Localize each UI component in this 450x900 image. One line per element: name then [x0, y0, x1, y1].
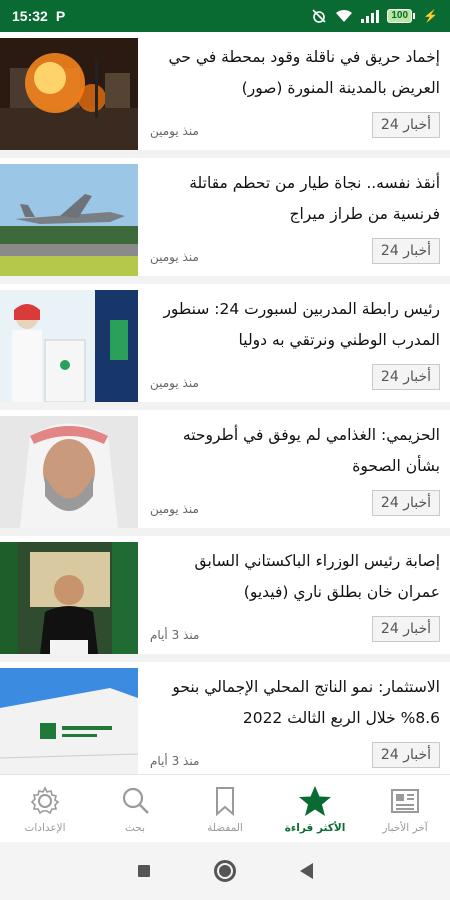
news-headline[interactable]: أنقذ نفسه.. نجاة طيار من تحطم مقاتلة فرن… [150, 168, 440, 230]
news-time: منذ يومين [150, 502, 199, 516]
fire-scene-image [0, 38, 138, 150]
status-time: 15:32 [12, 8, 48, 24]
news-card[interactable]: أنقذ نفسه.. نجاة طيار من تحطم مقاتلة فرن… [0, 158, 450, 276]
news-source-badge: أخبار 24 [371, 364, 440, 390]
search-icon [122, 787, 149, 814]
news-source-badge: أخبار 24 [371, 238, 440, 264]
status-bar: 15:32 P 100 ⚡ [0, 0, 450, 32]
parking-notification-icon: P [55, 8, 66, 24]
news-source-badge: أخبار 24 [371, 112, 440, 138]
nav-favorites[interactable]: المفضلة [180, 775, 270, 842]
news-feed[interactable]: إخماد حريق في ناقلة وقود بمحطة في حي الع… [0, 32, 450, 774]
news-headline[interactable]: الاستثمار: نمو الناتج المحلي الإجمالي بن… [150, 672, 440, 734]
nav-label: المفضلة [207, 821, 243, 834]
battery-icon: 100 [387, 9, 416, 23]
news-card[interactable]: الحزيمي: الغذامي لم يوفق في أطروحته بشأن… [0, 410, 450, 528]
nav-latest-news[interactable]: آخر الأخبار [360, 775, 450, 842]
gear-icon [30, 785, 60, 814]
nav-settings[interactable]: الإعدادات [0, 775, 90, 842]
news-source-badge: أخبار 24 [371, 616, 440, 642]
news-time: منذ 3 أيام [150, 628, 200, 642]
news-time: منذ 3 أيام [150, 754, 200, 768]
fighter-jet-image [0, 164, 138, 276]
portrait-shemagh-image [0, 416, 138, 528]
news-source-badge: أخبار 24 [371, 490, 440, 516]
nav-most-read[interactable]: الأكثر قراءة [270, 775, 360, 842]
battery-level: 100 [387, 9, 413, 23]
news-source-badge: أخبار 24 [371, 742, 440, 768]
news-time: منذ يومين [150, 376, 199, 390]
news-card[interactable]: الاستثمار: نمو الناتج المحلي الإجمالي بن… [0, 662, 450, 774]
system-navigation-bar [0, 842, 450, 900]
imran-khan-image [0, 542, 138, 654]
bottom-navigation: الإعدادات بحث المفضلة الأكثر قراءة آخر ا… [0, 774, 450, 842]
news-time: منذ يومين [150, 124, 199, 138]
conference-podium-image [0, 290, 138, 402]
home-button[interactable] [213, 860, 236, 882]
news-card[interactable]: إخماد حريق في ناقلة وقود بمحطة في حي الع… [0, 32, 450, 150]
alarm-off-icon [312, 9, 326, 23]
news-headline[interactable]: رئيس رابطة المدربين لسبورت 24: سنطور الم… [150, 294, 440, 356]
signal-icon [361, 9, 380, 23]
charging-icon: ⚡ [423, 9, 438, 23]
news-time: منذ يومين [150, 250, 199, 264]
nav-label: بحث [125, 821, 146, 834]
news-card[interactable]: إصابة رئيس الوزراء الباكستاني السابق عمر… [0, 536, 450, 654]
wifi-icon [336, 9, 353, 22]
back-button[interactable] [299, 863, 313, 879]
nav-label: آخر الأخبار [382, 821, 428, 834]
newspaper-icon [391, 788, 419, 813]
ministry-building-image [0, 668, 138, 774]
news-card[interactable]: رئيس رابطة المدربين لسبورت 24: سنطور الم… [0, 284, 450, 402]
news-headline[interactable]: إخماد حريق في ناقلة وقود بمحطة في حي الع… [150, 42, 441, 104]
news-headline[interactable]: إصابة رئيس الوزراء الباكستاني السابق عمر… [150, 546, 440, 608]
star-icon [299, 785, 331, 816]
nav-label: الأكثر قراءة [284, 821, 346, 834]
bookmark-icon [216, 786, 234, 816]
recents-button[interactable] [137, 865, 150, 877]
news-headline[interactable]: الحزيمي: الغذامي لم يوفق في أطروحته بشأن… [150, 420, 440, 482]
nav-label: الإعدادات [24, 821, 66, 834]
nav-search[interactable]: بحث [90, 775, 180, 842]
